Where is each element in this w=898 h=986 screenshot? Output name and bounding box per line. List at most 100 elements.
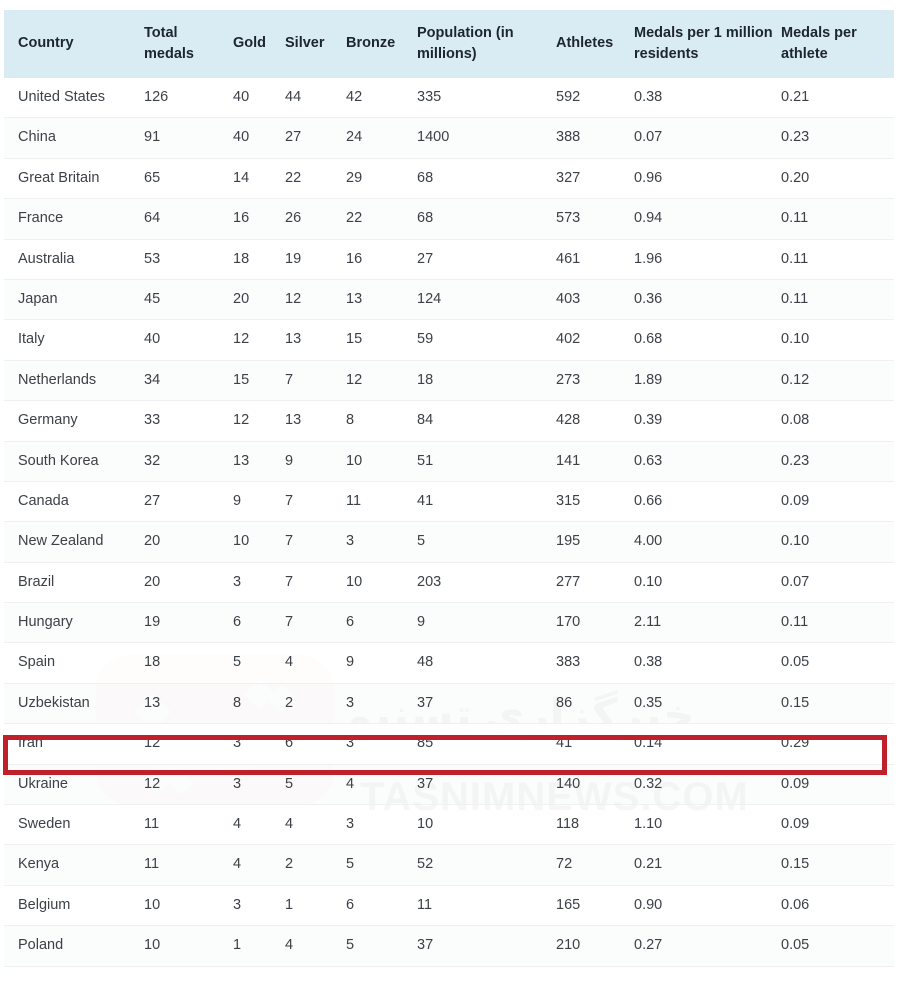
cell-medals_per_ath: 0.06: [781, 885, 894, 927]
column-header-country[interactable]: Country: [4, 10, 144, 78]
table-row[interactable]: New Zealand 20 10 7 3 5 195 4.00 0.10: [4, 521, 894, 563]
cell-silver: 7: [285, 481, 346, 523]
column-header-medals-per-million[interactable]: Medals per 1 million residents: [634, 10, 781, 78]
cell-bronze: 10: [346, 441, 417, 482]
table-row[interactable]: Netherlands 34 15 7 12 18 273 1.89 0.12: [4, 360, 894, 402]
cell-silver: 4: [285, 804, 346, 846]
cell-medals_per_mil: 0.38: [634, 642, 781, 684]
cell-gold: 14: [233, 158, 285, 200]
cell-athletes: 402: [556, 319, 634, 361]
cell-gold: 10: [233, 521, 285, 563]
table-row[interactable]: Kenya 11 4 2 5 52 72 0.21 0.15: [4, 844, 894, 886]
cell-medals_per_mil: 0.27: [634, 925, 781, 967]
table-row[interactable]: Spain 18 5 4 9 48 383 0.38 0.05: [4, 642, 894, 684]
cell-medals_per_ath: 0.15: [781, 844, 894, 886]
column-header-population[interactable]: Population (in millions): [417, 10, 556, 78]
cell-country: Spain: [4, 642, 144, 684]
table-row[interactable]: Canada 27 9 7 11 41 315 0.66 0.09: [4, 481, 894, 523]
cell-athletes: 86: [556, 683, 634, 725]
cell-population: 335: [417, 78, 556, 119]
cell-total_medals: 32: [144, 441, 233, 482]
cell-bronze: 6: [346, 885, 417, 927]
cell-athletes: 327: [556, 158, 634, 200]
cell-population: 9: [417, 602, 556, 644]
cell-country: Kenya: [4, 844, 144, 886]
cell-total_medals: 27: [144, 481, 233, 523]
cell-medals_per_mil: 0.35: [634, 683, 781, 725]
cell-country: Uzbekistan: [4, 683, 144, 725]
table-row[interactable]: France 64 16 26 22 68 573 0.94 0.11: [4, 198, 894, 240]
column-header-medals-per-athlete[interactable]: Medals per athlete: [781, 10, 894, 78]
table-row[interactable]: Sweden 11 4 4 3 10 118 1.10 0.09: [4, 804, 894, 846]
table-row[interactable]: South Korea 32 13 9 10 51 141 0.63 0.23: [4, 441, 894, 482]
header-row: Country Total medals Gold Silver Bronze …: [4, 10, 894, 78]
cell-population: 124: [417, 279, 556, 321]
cell-population: 203: [417, 562, 556, 604]
cell-gold: 9: [233, 481, 285, 523]
cell-athletes: 165: [556, 885, 634, 927]
table-row[interactable]: Great Britain 65 14 22 29 68 327 0.96 0.20: [4, 158, 894, 200]
cell-population: 68: [417, 158, 556, 200]
cell-medals_per_mil: 1.89: [634, 360, 781, 402]
cell-medals_per_ath: 0.15: [781, 683, 894, 725]
cell-bronze: 5: [346, 925, 417, 967]
column-header-bronze[interactable]: Bronze: [346, 10, 417, 78]
cell-gold: 4: [233, 844, 285, 886]
cell-gold: 3: [233, 562, 285, 604]
cell-total_medals: 10: [144, 925, 233, 967]
table-row[interactable]: United States 126 40 44 42 335 592 0.38 0.21: [4, 78, 894, 119]
cell-silver: 44: [285, 78, 346, 119]
column-header-gold[interactable]: Gold: [233, 10, 285, 78]
column-header-athletes[interactable]: Athletes: [556, 10, 634, 78]
table-row[interactable]: Australia 53 18 19 16 27 461 1.96 0.11: [4, 239, 894, 280]
cell-athletes: 315: [556, 481, 634, 523]
cell-medals_per_mil: 0.96: [634, 158, 781, 200]
cell-total_medals: 91: [144, 117, 233, 159]
cell-medals_per_ath: 0.20: [781, 158, 894, 200]
table-row[interactable]: Poland 10 1 4 5 37 210 0.27 0.05: [4, 925, 894, 967]
table-row[interactable]: Germany 33 12 13 8 84 428 0.39 0.08: [4, 400, 894, 442]
cell-total_medals: 19: [144, 602, 233, 644]
cell-silver: 27: [285, 117, 346, 159]
cell-country: New Zealand: [4, 521, 144, 563]
table-row[interactable]: Brazil 20 3 7 10 203 277 0.10 0.07: [4, 562, 894, 604]
cell-silver: 5: [285, 764, 346, 806]
cell-medals_per_mil: 0.14: [634, 723, 781, 765]
table-row[interactable]: Japan 45 20 12 13 124 403 0.36 0.11: [4, 279, 894, 321]
cell-population: 11: [417, 885, 556, 927]
table-row[interactable]: Hungary 19 6 7 6 9 170 2.11 0.11: [4, 602, 894, 644]
column-header-silver[interactable]: Silver: [285, 10, 346, 78]
cell-gold: 16: [233, 198, 285, 240]
olympic-medals-table: Country Total medals Gold Silver Bronze …: [4, 10, 894, 967]
cell-population: 37: [417, 925, 556, 967]
cell-silver: 26: [285, 198, 346, 240]
table-row[interactable]: Italy 40 12 13 15 59 402 0.68 0.10: [4, 319, 894, 361]
column-header-total-medals[interactable]: Total medals: [144, 10, 233, 78]
cell-medals_per_ath: 0.10: [781, 521, 894, 563]
table-row[interactable]: Iran 12 3 6 3 85 41 0.14 0.29: [4, 723, 894, 765]
cell-medals_per_mil: 0.38: [634, 78, 781, 119]
table-row[interactable]: Ukraine 12 3 5 4 37 140 0.32 0.09: [4, 764, 894, 806]
cell-silver: 4: [285, 642, 346, 684]
cell-total_medals: 126: [144, 78, 233, 119]
cell-country: Netherlands: [4, 360, 144, 402]
cell-silver: 7: [285, 562, 346, 604]
cell-gold: 12: [233, 400, 285, 442]
cell-medals_per_mil: 0.66: [634, 481, 781, 523]
cell-population: 1400: [417, 117, 556, 159]
cell-athletes: 141: [556, 441, 634, 482]
cell-total_medals: 65: [144, 158, 233, 200]
cell-gold: 40: [233, 117, 285, 159]
cell-athletes: 388: [556, 117, 634, 159]
cell-medals_per_mil: 0.21: [634, 844, 781, 886]
cell-silver: 7: [285, 360, 346, 402]
table-row[interactable]: Uzbekistan 13 8 2 3 37 86 0.35 0.15: [4, 683, 894, 725]
cell-medals_per_ath: 0.11: [781, 239, 894, 280]
cell-medals_per_ath: 0.07: [781, 562, 894, 604]
cell-population: 68: [417, 198, 556, 240]
cell-population: 37: [417, 764, 556, 806]
table-row[interactable]: Belgium 10 3 1 6 11 165 0.90 0.06: [4, 885, 894, 927]
cell-gold: 8: [233, 683, 285, 725]
table-header: Country Total medals Gold Silver Bronze …: [4, 10, 894, 78]
table-row[interactable]: China 91 40 27 24 1400 388 0.07 0.23: [4, 117, 894, 159]
